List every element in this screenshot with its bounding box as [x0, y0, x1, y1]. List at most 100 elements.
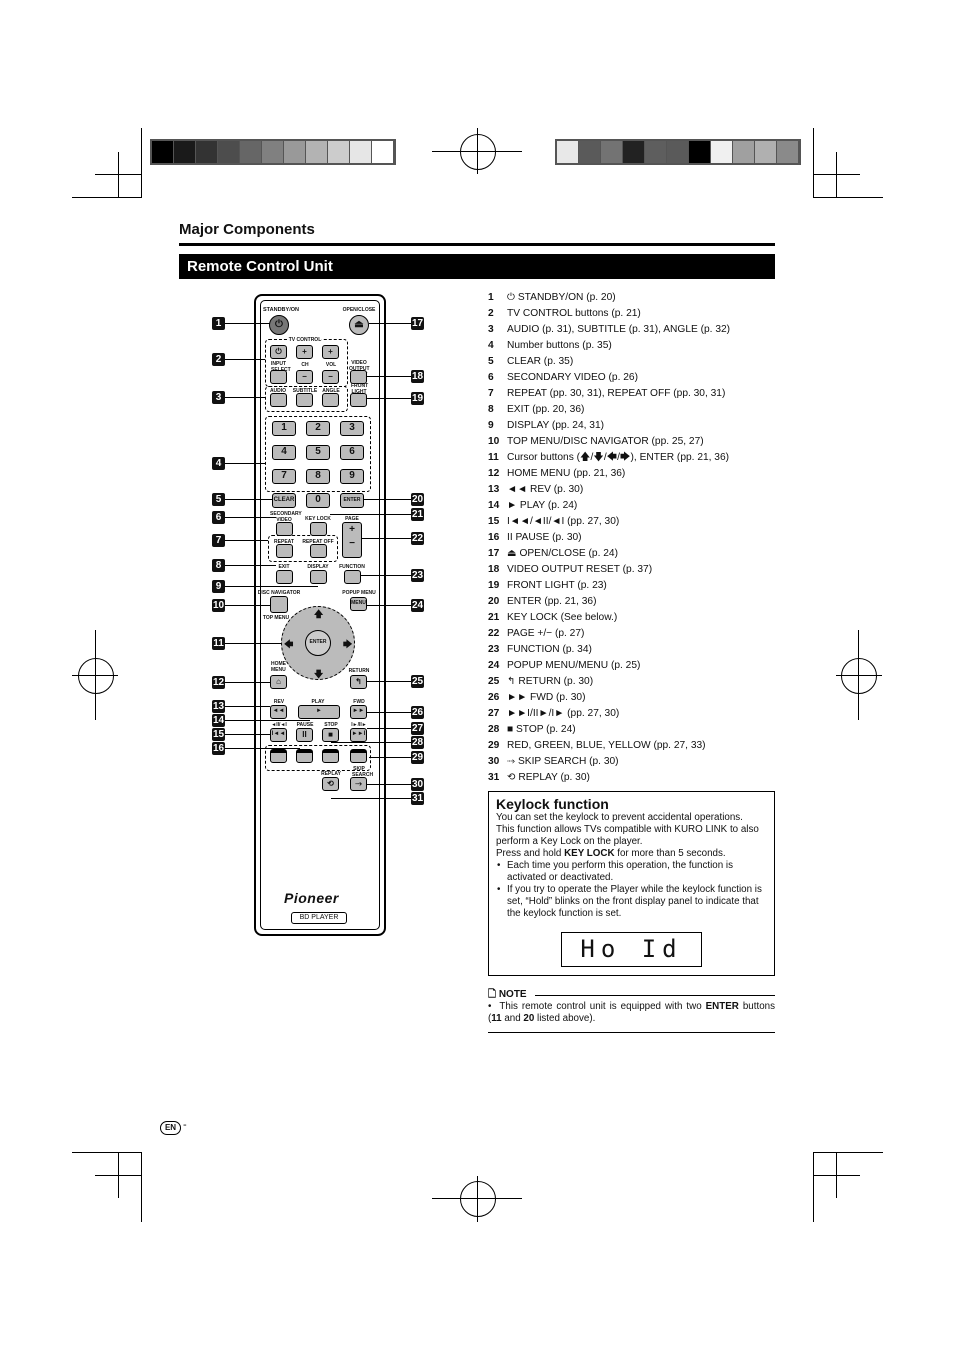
component-item: 19 FRONT LIGHT (p. 23)	[488, 578, 730, 594]
crop-mark	[477, 1176, 478, 1222]
crop-mark	[836, 675, 882, 676]
item-number: 7	[488, 388, 494, 399]
item-number: 22	[488, 628, 500, 639]
component-item: 2 TV CONTROL buttons (p. 21)	[488, 306, 730, 322]
callout-9: 9	[212, 580, 225, 593]
label-top-menu: TOP MENU	[262, 615, 290, 621]
crop-mark	[95, 1175, 142, 1176]
arrow-down-icon: 🡇	[314, 669, 324, 679]
top-menu-button	[270, 596, 288, 613]
standby-button: ⏻	[269, 315, 289, 335]
item-number: 21	[488, 612, 500, 623]
leader-line	[367, 681, 411, 682]
label-standby: STANDBY/ON	[263, 307, 299, 313]
item-text: REPEAT (pp. 30, 31), REPEAT OFF (pp. 30,…	[507, 388, 726, 399]
leader-line	[225, 540, 268, 541]
component-item: 17 ⏏ OPEN/CLOSE (p. 24)	[488, 546, 730, 562]
number-key-7: 7	[272, 469, 296, 484]
play-button: ►	[298, 705, 340, 719]
enter-button: ENTER	[340, 493, 364, 508]
callout-3: 3	[212, 391, 225, 404]
t: and	[501, 1013, 524, 1024]
item-number: 16	[488, 532, 500, 543]
component-item: 8 EXIT (pp. 20, 36)	[488, 402, 730, 418]
language-badge: EN	[160, 1121, 181, 1135]
brand-logo: Pioneer	[284, 890, 339, 906]
item-number: 18	[488, 564, 500, 575]
color-swatch	[262, 141, 283, 163]
component-item: 13 ◄◄ REV (p. 30)	[488, 482, 730, 498]
number-key-1: 1	[272, 421, 296, 436]
leader-line	[331, 742, 411, 743]
section-rule	[179, 243, 775, 246]
callout-16: 16	[212, 742, 225, 755]
item-text: Number buttons (p. 35)	[507, 340, 612, 351]
color-swatch	[218, 141, 239, 163]
color-swatch	[601, 141, 622, 163]
color-swatch	[196, 141, 217, 163]
key-lock-button	[310, 522, 327, 536]
component-item: 21 KEY LOCK (See below.)	[488, 610, 730, 626]
fwd-button: ►►	[350, 705, 367, 719]
item-text: ■ STOP (p. 24)	[507, 724, 576, 735]
color-swatch	[372, 141, 393, 163]
subtitle-button	[296, 393, 313, 407]
secondary-video-button	[276, 522, 293, 536]
function-button	[344, 570, 361, 584]
leader-line	[225, 499, 272, 500]
color-swatch	[152, 141, 173, 163]
yellow-button	[350, 749, 367, 763]
item-text: ⏻ STANDBY/ON (p. 20)	[507, 292, 616, 303]
component-item: 6 SECONDARY VIDEO (p. 26)	[488, 370, 730, 386]
crop-mark	[141, 1152, 142, 1222]
t: ENTER	[705, 1001, 739, 1012]
leader-line	[225, 565, 276, 566]
component-item: 11 Cursor buttons (🡅/🡇/🡄/🡆), ENTER (pp. 2…	[488, 450, 730, 466]
crop-mark	[95, 174, 142, 175]
component-item: 30 ⤑ SKIP SEARCH (p. 30)	[488, 754, 730, 770]
item-number: 5	[488, 356, 494, 367]
callout-24: 24	[411, 599, 424, 612]
callout-19: 19	[411, 392, 424, 405]
page-title: Remote Control Unit	[179, 254, 775, 279]
color-swatch	[579, 141, 600, 163]
item-text: ►► FWD (p. 30)	[507, 692, 586, 703]
leader-line	[225, 706, 270, 707]
item-number: 8	[488, 404, 494, 415]
component-item: 22 PAGE +/− (p. 27)	[488, 626, 730, 642]
grayscale-bar-left	[150, 139, 396, 165]
item-text: SECONDARY VIDEO (p. 26)	[507, 372, 638, 383]
component-item: 1 ⏻ STANDBY/ON (p. 20)	[488, 290, 730, 306]
label-home-menu: HOME MENU	[271, 661, 286, 673]
component-list: 1 ⏻ STANDBY/ON (p. 20) 2 TV CONTROL buttons…	[488, 290, 730, 786]
component-item: 3 AUDIO (p. 31), SUBTITLE (p. 31), ANGLE …	[488, 322, 730, 338]
number-key-0: 0	[306, 493, 330, 508]
number-key-8: 8	[306, 469, 330, 484]
color-swatch	[623, 141, 644, 163]
color-swatch	[328, 141, 349, 163]
leader-line	[225, 463, 265, 464]
leader-line	[225, 643, 281, 644]
registration-mark	[460, 134, 496, 170]
item-number: 29	[488, 740, 500, 751]
leader-line	[367, 784, 411, 785]
callout-30: 30	[411, 778, 424, 791]
callout-11: 11	[212, 637, 225, 650]
green-button	[296, 749, 313, 763]
note-icon: 🗋	[488, 989, 499, 1000]
callout-20: 20	[411, 493, 424, 506]
item-number: 31	[488, 772, 500, 783]
number-key-4: 4	[272, 445, 296, 460]
rev-button: ◄◄	[270, 705, 287, 719]
crop-mark	[813, 1152, 883, 1153]
page-number: -	[183, 1119, 187, 1131]
callout-2: 2	[212, 353, 225, 366]
item-text: POPUP MENU/MENU (p. 25)	[507, 660, 641, 671]
home-menu-button: ⌂	[270, 675, 287, 689]
leader-line	[364, 499, 411, 500]
color-swatch	[240, 141, 261, 163]
component-item: 26 ►► FWD (p. 30)	[488, 690, 730, 706]
component-item: 5 CLEAR (p. 35)	[488, 354, 730, 370]
callout-12: 12	[212, 676, 225, 689]
note-bottom-rule	[488, 1032, 775, 1033]
